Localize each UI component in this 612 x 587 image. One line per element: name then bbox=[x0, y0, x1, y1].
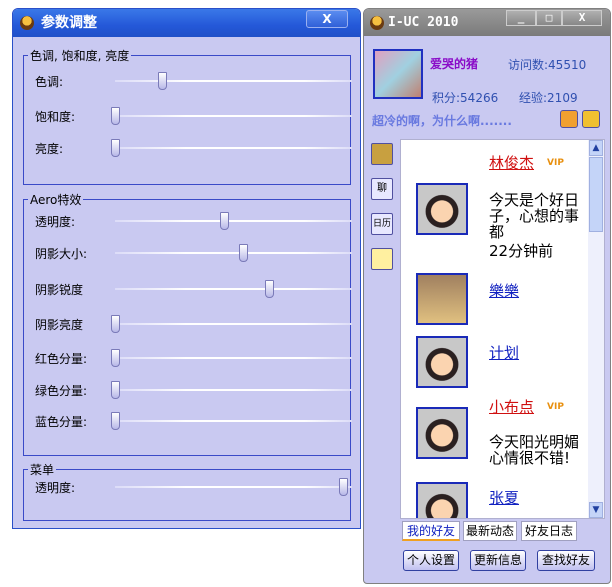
slider-label: 蓝色分量: bbox=[35, 415, 88, 429]
app-logo-icon bbox=[20, 16, 34, 30]
slider-row: 亮度: bbox=[35, 138, 352, 158]
settings-window: 参数调整 X 色调, 饱和度, 亮度 Aero特效 菜单 色调: 饱和度: 亮度: 透… bbox=[12, 8, 361, 529]
slider-label: 透明度: bbox=[35, 481, 76, 495]
slider-track[interactable] bbox=[111, 381, 352, 399]
slider-label: 饱和度: bbox=[35, 110, 76, 124]
calendar-icon[interactable]: 日历 bbox=[371, 213, 393, 235]
experience: 经验:2109 bbox=[519, 91, 578, 105]
group-legend: Aero特效 bbox=[30, 193, 82, 207]
slider-row: 透明度: bbox=[35, 211, 352, 231]
slider-row: 阴影大小: bbox=[35, 243, 352, 263]
friend-name[interactable]: 樂樂 bbox=[489, 280, 519, 301]
slider-track[interactable] bbox=[115, 72, 352, 90]
skin-icon[interactable] bbox=[582, 110, 600, 128]
vip-badge: VIP bbox=[547, 158, 564, 168]
slider-label: 透明度: bbox=[35, 215, 76, 229]
app-icon[interactable] bbox=[371, 143, 393, 165]
slider-thumb[interactable] bbox=[158, 72, 168, 90]
slider-thumb[interactable] bbox=[111, 139, 120, 157]
personal-settings-button[interactable]: 个人设置 bbox=[403, 550, 459, 571]
user-avatar[interactable] bbox=[373, 49, 423, 99]
slider-track[interactable] bbox=[111, 412, 352, 430]
signature[interactable]: 超冷的啊，为什么啊....... bbox=[372, 112, 512, 129]
slider-track[interactable] bbox=[111, 315, 352, 333]
slider-track[interactable] bbox=[115, 212, 352, 230]
slider-track[interactable] bbox=[115, 280, 352, 298]
slider-label: 阴影大小: bbox=[35, 247, 88, 261]
slider-label: 色调: bbox=[35, 75, 64, 89]
slider-row: 阴影锐度 bbox=[35, 279, 352, 299]
slider-row: 绿色分量: bbox=[35, 380, 352, 400]
slider-label: 亮度: bbox=[35, 142, 64, 156]
find-friends-button[interactable]: 查找好友 bbox=[537, 550, 595, 571]
app-logo-icon bbox=[370, 16, 384, 30]
title-bar[interactable]: 参数调整 X bbox=[13, 9, 360, 37]
friend-name[interactable]: 张夏 bbox=[489, 487, 519, 508]
friend-avatar[interactable] bbox=[416, 336, 468, 388]
group-legend: 色调, 饱和度, 亮度 bbox=[30, 49, 130, 63]
update-info-button[interactable]: 更新信息 bbox=[470, 550, 526, 571]
friend-avatar[interactable] bbox=[416, 273, 468, 325]
scroll-down-icon[interactable]: ▼ bbox=[589, 502, 603, 518]
scroll-thumb[interactable] bbox=[589, 157, 603, 232]
friend-list[interactable]: 林俊杰 VIP 今天是个好日子，心想的事都 22分钟前 樂樂 计划 小布点 VI… bbox=[400, 139, 605, 519]
friend-name[interactable]: 计划 bbox=[489, 342, 519, 363]
slider-label: 红色分量: bbox=[35, 352, 88, 366]
slider-row: 色调: bbox=[35, 71, 352, 91]
slider-track[interactable] bbox=[111, 107, 352, 125]
slider-row: 红色分量: bbox=[35, 348, 352, 368]
slider-track[interactable] bbox=[111, 139, 352, 157]
slider-track[interactable] bbox=[115, 244, 352, 262]
friend-avatar[interactable] bbox=[416, 407, 468, 459]
tab-friend-blogs[interactable]: 好友日志 bbox=[521, 521, 577, 541]
slider-label: 阴影锐度 bbox=[35, 283, 84, 297]
friend-avatar[interactable] bbox=[416, 183, 468, 235]
tab-my-friends[interactable]: 我的好友 bbox=[402, 521, 460, 541]
maximize-button[interactable]: □ bbox=[536, 10, 562, 26]
tab-latest-updates[interactable]: 最新动态 bbox=[463, 521, 517, 541]
slider-track[interactable] bbox=[115, 478, 352, 496]
close-button[interactable]: X bbox=[562, 10, 602, 26]
slider-thumb[interactable] bbox=[111, 381, 120, 399]
status-time: 22分钟前 bbox=[489, 242, 554, 260]
friend-avatar[interactable] bbox=[416, 482, 468, 518]
visit-count: 访问数:45510 bbox=[508, 58, 587, 72]
slider-thumb[interactable] bbox=[265, 280, 275, 298]
title-bar[interactable]: I-UC 2010 _ □ X bbox=[364, 9, 610, 36]
minimize-button[interactable]: _ bbox=[506, 10, 536, 26]
mood-icon[interactable] bbox=[560, 110, 578, 128]
scroll-up-icon[interactable]: ▲ bbox=[589, 140, 603, 156]
slider-row: 阴影亮度 bbox=[35, 314, 352, 334]
vip-badge: VIP bbox=[547, 402, 564, 412]
slider-thumb[interactable] bbox=[111, 107, 120, 125]
slider-track[interactable] bbox=[111, 349, 352, 367]
slider-thumb[interactable] bbox=[238, 244, 248, 262]
slider-thumb[interactable] bbox=[220, 212, 230, 230]
slider-row: 透明度: bbox=[35, 477, 352, 497]
friend-status: 今天阳光明媚心情很不错! bbox=[489, 433, 580, 467]
close-button[interactable]: X bbox=[306, 10, 348, 28]
points: 积分:54266 bbox=[432, 91, 499, 105]
slider-thumb[interactable] bbox=[338, 478, 348, 496]
slider-thumb[interactable] bbox=[111, 412, 120, 430]
friend-status: 今天是个好日子，心想的事都 bbox=[489, 191, 580, 241]
slider-thumb[interactable] bbox=[111, 349, 120, 367]
main-window: I-UC 2010 _ □ X 爱哭的猪 访问数:45510 积分:54266 … bbox=[363, 8, 611, 584]
contact-icon[interactable] bbox=[371, 248, 393, 270]
slider-label: 阴影亮度 bbox=[35, 318, 84, 332]
slider-label: 绿色分量: bbox=[35, 384, 88, 398]
slider-row: 蓝色分量: bbox=[35, 411, 352, 431]
slider-thumb[interactable] bbox=[111, 315, 120, 333]
friend-name[interactable]: 小布点 bbox=[489, 396, 534, 417]
scrollbar[interactable]: ▲ ▼ bbox=[588, 140, 604, 518]
window-title: I-UC 2010 bbox=[388, 15, 459, 30]
username: 爱哭的猪 bbox=[430, 57, 479, 71]
window-title: 参数调整 bbox=[41, 15, 97, 31]
slider-row: 饱和度: bbox=[35, 106, 352, 126]
friend-name[interactable]: 林俊杰 bbox=[489, 152, 534, 173]
group-legend: 菜单 bbox=[30, 463, 55, 477]
chat-icon[interactable]: 聊 bbox=[371, 178, 393, 200]
